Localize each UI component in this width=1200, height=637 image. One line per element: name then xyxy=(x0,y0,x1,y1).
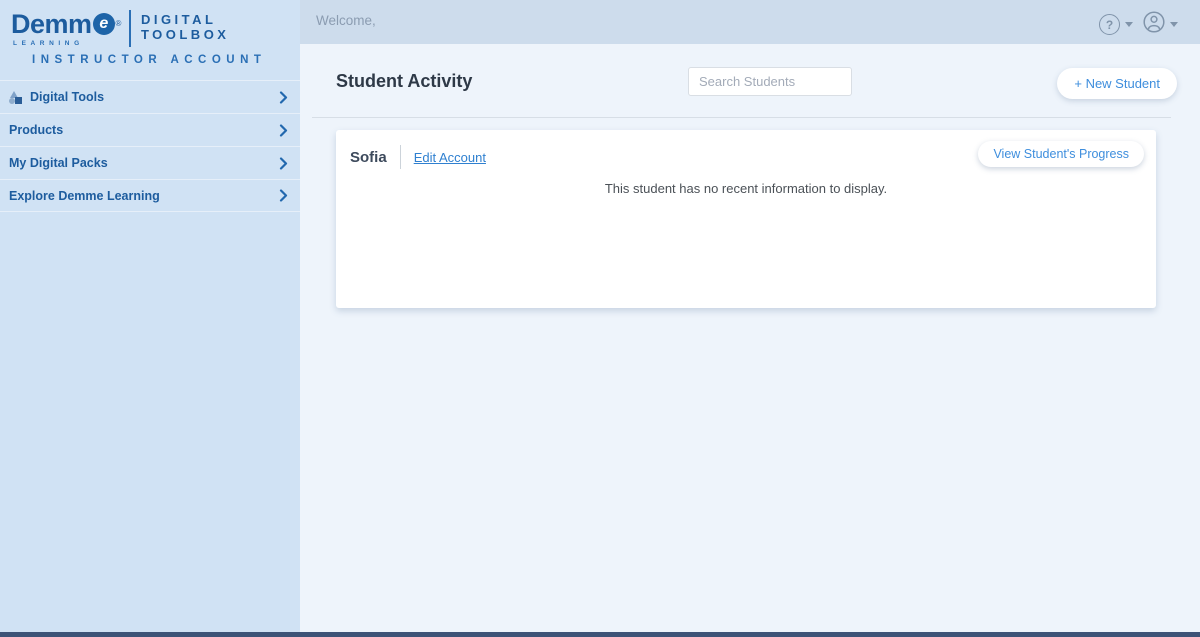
help-icon: ? xyxy=(1099,14,1120,35)
student-name: Sofia xyxy=(350,149,387,166)
welcome-text: Welcome, xyxy=(316,13,376,28)
chevron-right-icon xyxy=(279,189,288,202)
registered-trademark: ® xyxy=(116,10,121,38)
logo-divider xyxy=(129,10,131,47)
student-activity-card: Sofia Edit Account View Student's Progre… xyxy=(336,130,1156,308)
user-icon xyxy=(1143,11,1165,38)
wordmark-text: Demm xyxy=(11,10,92,38)
caret-down-icon xyxy=(1170,22,1178,27)
help-menu-button[interactable]: ? xyxy=(1099,14,1133,35)
sidebar-item-products[interactable]: Products xyxy=(0,113,300,146)
sidebar-item-label: Digital Tools xyxy=(30,90,104,104)
page-title: Student Activity xyxy=(336,71,472,92)
sidebar-item-digital-tools[interactable]: Digital Tools xyxy=(0,80,300,113)
wordmark-subtext: LEARNING xyxy=(11,40,121,47)
sidebar: Demm e ® LEARNING DIGITAL TOOLBOX INSTRU… xyxy=(0,0,300,637)
sidebar-nav: Digital Tools Products My Digital Packs … xyxy=(0,80,300,212)
empty-state-message: This student has no recent information t… xyxy=(336,181,1156,196)
shapes-blocks-icon xyxy=(9,91,23,104)
search-students-input[interactable] xyxy=(688,67,852,96)
chevron-right-icon xyxy=(279,124,288,137)
demme-e-logo-icon: e xyxy=(93,13,115,35)
sidebar-item-my-digital-packs[interactable]: My Digital Packs xyxy=(0,146,300,179)
sidebar-item-explore-demme-learning[interactable]: Explore Demme Learning xyxy=(0,179,300,212)
demme-wordmark: Demm e ® LEARNING xyxy=(11,9,121,47)
new-student-button[interactable]: + New Student xyxy=(1057,68,1177,99)
chevron-right-icon xyxy=(279,91,288,104)
sidebar-item-label: Explore Demme Learning xyxy=(9,189,160,203)
chevron-right-icon xyxy=(279,157,288,170)
edit-account-link[interactable]: Edit Account xyxy=(414,150,486,165)
brand-logo: Demm e ® LEARNING DIGITAL TOOLBOX INSTRU… xyxy=(0,0,300,66)
toolbar-divider xyxy=(312,117,1171,118)
bottom-accent-bar xyxy=(0,632,1200,637)
account-menu-button[interactable] xyxy=(1143,11,1178,38)
sidebar-item-label: My Digital Packs xyxy=(9,156,108,170)
main-content: Student Activity + New Student Sofia Edi… xyxy=(300,44,1200,632)
product-name: DIGITAL TOOLBOX xyxy=(141,9,230,42)
caret-down-icon xyxy=(1125,22,1133,27)
top-bar: Welcome, ? xyxy=(300,0,1200,44)
sidebar-item-label: Products xyxy=(9,123,63,137)
account-type-label: INSTRUCTOR ACCOUNT xyxy=(32,54,300,66)
header-divider xyxy=(400,145,401,169)
view-student-progress-button[interactable]: View Student's Progress xyxy=(978,141,1144,167)
